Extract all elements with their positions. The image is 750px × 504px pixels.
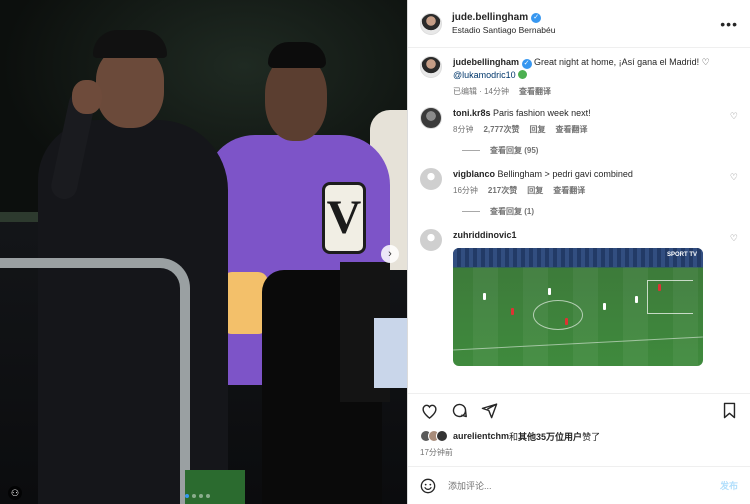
caption-avatar[interactable] [420,56,442,78]
view-replies-button[interactable]: 查看回复 (1) [462,206,738,217]
v-patch: V [322,182,366,254]
player-marker [658,284,661,291]
player-marker [565,318,568,325]
comment-like-heart-icon[interactable]: ♡ [730,172,738,183]
post-timestamp: 17分钟前 [420,448,453,457]
comment-input[interactable]: 添加评论... [448,479,720,492]
view-replies-button[interactable]: 查看回复 (95) [462,145,738,156]
comment-like-heart-icon[interactable]: ♡ [730,233,738,244]
post-side-panel: jude.bellingham ✓ Estadio Santiago Berna… [407,0,750,504]
player-marker [635,296,638,303]
caption-time: 14分钟 [484,87,510,96]
liker-avatar [436,430,448,442]
emoji-icon [518,70,528,79]
carousel-dot [185,494,189,498]
comment-item: zuhriddinovic1 SPORT TV ♡ [420,229,738,366]
likes-summary[interactable]: aurelientchm 和 其他35万位用户 赞了 [408,427,750,445]
player-marker [548,288,551,295]
comment-username[interactable]: zuhriddinovic1 [453,230,517,240]
comment-likes-count[interactable]: 217次赞 [488,185,517,196]
player-marker [603,303,606,310]
likes-suffix: 赞了 [582,431,601,442]
comment-avatar[interactable] [420,168,442,190]
translate-link[interactable]: 查看翻译 [555,124,587,135]
caption-username[interactable]: judebellingham [453,57,519,67]
verified-badge-icon: ✓ [531,12,542,23]
liker-avatars [420,430,448,442]
reply-link[interactable]: 回复 [527,185,543,196]
comment-username[interactable]: vigblanco [453,169,495,179]
pitch-stripe [623,267,648,366]
replies-divider [462,211,480,212]
comment-avatar[interactable] [420,107,442,129]
pitch-stripe [473,267,498,366]
comment-time: 16分钟 [453,186,478,195]
carousel-dot [192,494,196,498]
author-username[interactable]: jude.bellingham [452,12,528,23]
comment-text: Paris fashion week next! [493,108,591,118]
flat-cap [93,30,167,58]
more-options-icon[interactable]: ••• [720,16,738,32]
post-location[interactable]: Estadio Santiago Bernabéu [452,25,720,35]
center-circle [533,300,583,330]
comment-item: vigblanco Bellingham > pedri gavi combin… [420,168,738,196]
carousel-next-button[interactable]: › [381,245,399,263]
smile-icon[interactable] [420,478,436,494]
metal-railing [0,258,190,504]
post-header: jude.bellingham ✓ Estadio Santiago Berna… [408,0,750,48]
spectator-hair [268,42,326,68]
view-replies-label: 查看回复 (95) [490,146,539,155]
comment-like-heart-icon[interactable]: ♡ [730,111,738,122]
first-liker[interactable]: aurelientchm [453,431,509,441]
verified-badge-icon: ✓ [521,59,532,69]
user-tag-icon[interactable]: ⚇ [8,486,22,500]
post-comment-button[interactable]: 发布 [720,479,738,492]
carousel-dots [185,494,210,498]
caption-text: Great night at home, ¡Así gana el Madrid… [534,57,700,67]
stadium-crowd [453,248,703,267]
comment-time: 8分钟 [453,125,474,134]
raised-fist [72,80,102,114]
translate-link[interactable]: 查看翻译 [553,185,585,196]
author-avatar[interactable] [420,12,442,35]
penalty-box [647,280,693,314]
likes-connector: 和 [509,431,519,442]
post-photo[interactable]: V › ⚇ [0,0,407,504]
replies-divider [462,150,480,151]
view-replies-label: 查看回复 (1) [490,207,534,216]
heart-icon[interactable] [420,402,438,420]
player-marker [483,293,486,300]
caption-mention[interactable]: @lukamodric10 [453,70,516,80]
carousel-dot [206,494,210,498]
comments-list[interactable]: judebellingham ✓ Great night at home, ¡A… [408,48,750,393]
comment-icon[interactable] [450,402,468,420]
broadcaster-logo: SPORT TV [666,252,697,258]
post-actions-bar [408,393,750,427]
comment-avatar[interactable] [420,229,442,251]
comment-text: Bellingham > pedri gavi combined [497,169,633,179]
comment-likes-count[interactable]: 2,777次赞 [483,124,519,135]
green-seat [185,470,245,504]
share-icon[interactable] [480,402,498,420]
reply-link[interactable]: 回复 [529,124,545,135]
heart-emoji-icon: ♡ [701,57,710,67]
comment-composer: 添加评论... 发布 [408,466,750,504]
bookmark-icon[interactable] [720,402,738,420]
caption-translate-link[interactable]: 查看翻译 [519,86,551,97]
instagram-post-modal: V › ⚇ jude.bellingham ✓ Estadio Santiago… [0,0,750,504]
celebrating-man-head [96,48,164,128]
light-panel [374,318,407,388]
likes-others[interactable]: 其他35万位用户 [518,430,582,443]
carousel-dot [199,494,203,498]
edited-label: 已编辑 [453,87,477,96]
player-marker [511,308,514,315]
comment-username[interactable]: toni.kr8s [453,108,491,118]
comment-item: toni.kr8s Paris fashion week next! 8分钟 2… [420,107,738,135]
caption: judebellingham ✓ Great night at home, ¡A… [420,56,738,97]
comment-video-thumbnail[interactable]: SPORT TV [453,248,703,366]
